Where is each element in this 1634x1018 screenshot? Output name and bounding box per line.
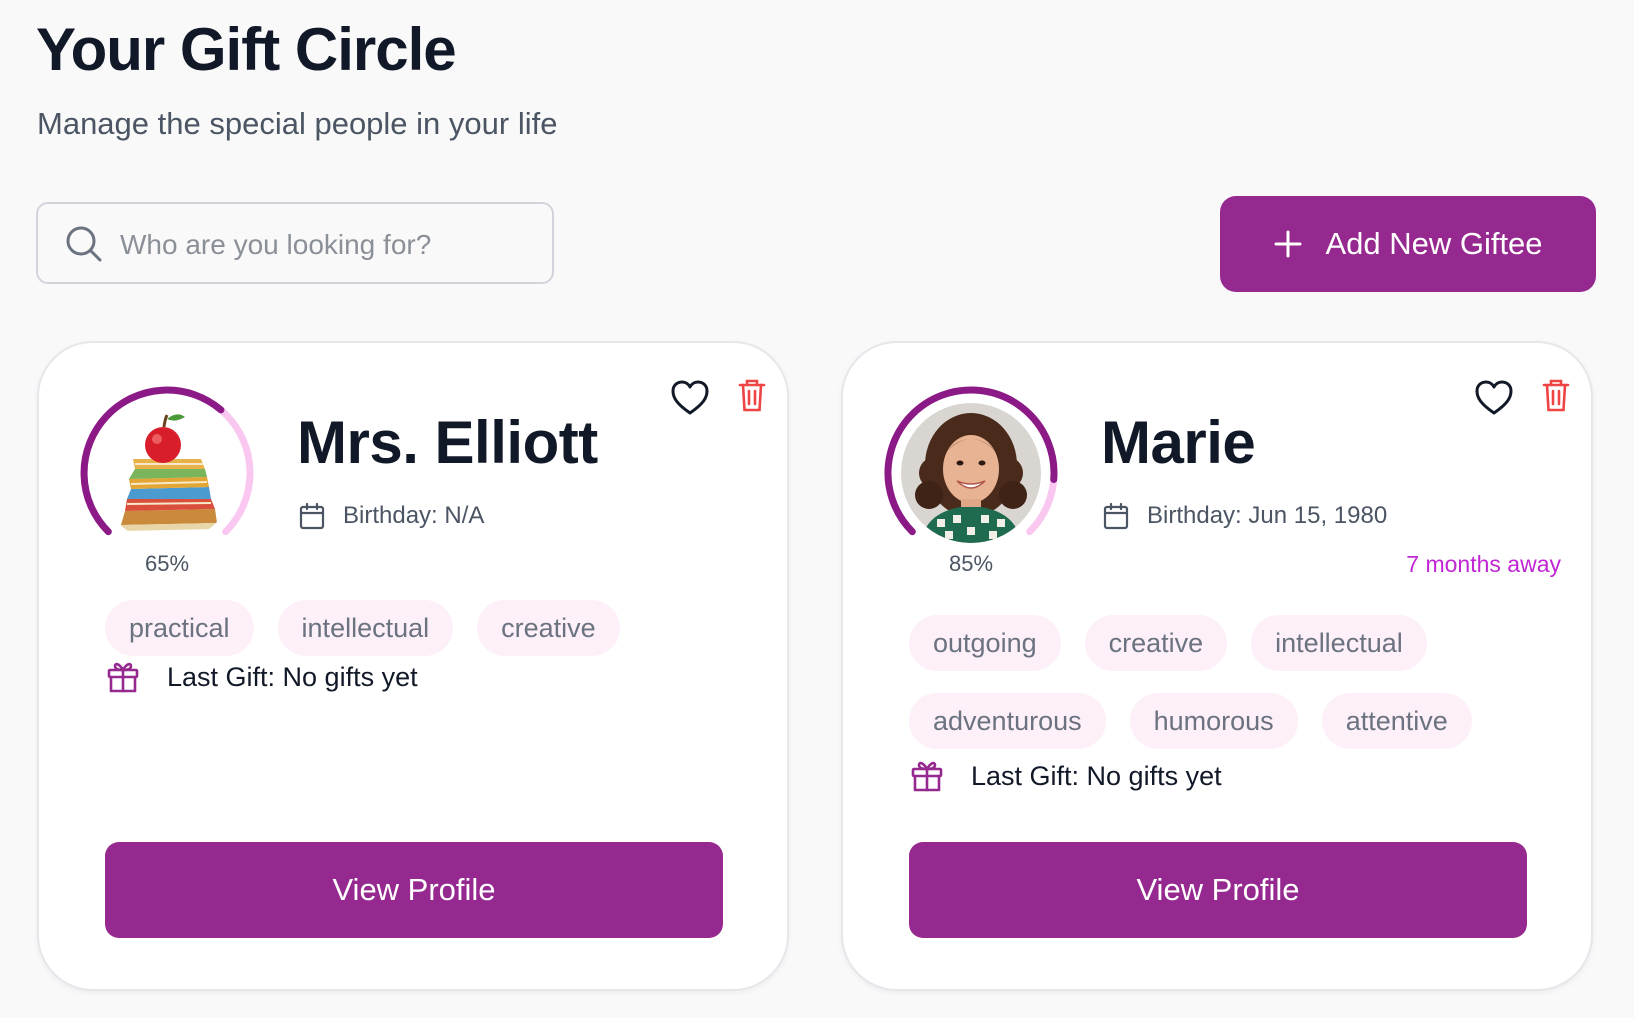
heart-icon[interactable] xyxy=(669,377,711,419)
completion-percent: 85% xyxy=(948,551,994,576)
birthday-text: Birthday: Jun 15, 1980 xyxy=(1147,502,1388,529)
trait-tag: creative xyxy=(1084,615,1228,671)
calendar-icon xyxy=(1103,502,1129,530)
trait-tag: practical xyxy=(105,600,254,656)
trait-tag: outgoing xyxy=(909,615,1061,671)
avatar[interactable] xyxy=(901,403,1041,543)
last-gift-row: Last Gift: No gifts yet xyxy=(105,659,418,695)
giftee-card: 85% Marie Birthday: Jun 15, 1980 7 month… xyxy=(841,341,1593,991)
last-gift-text: Last Gift: No gifts yet xyxy=(167,661,418,692)
trait-tags: practical intellectual creative xyxy=(105,600,745,656)
plus-icon xyxy=(1274,230,1302,258)
apple-books-illustration xyxy=(97,403,237,543)
search-icon xyxy=(66,226,102,262)
profile-completion-ring xyxy=(879,381,1063,565)
last-gift-text: Last Gift: No gifts yet xyxy=(971,760,1222,791)
trait-tags: outgoing creative intellectual adventuro… xyxy=(909,615,1549,749)
trait-tag: creative xyxy=(477,600,620,656)
search-box[interactable] xyxy=(36,202,554,284)
gift-icon xyxy=(107,662,139,693)
calendar-icon xyxy=(299,502,325,530)
trait-tag: intellectual xyxy=(1251,615,1427,671)
giftee-card: 65% Mrs. Elliott Birthday: N/A practical… xyxy=(37,341,789,991)
add-new-giftee-label: Add New Giftee xyxy=(1325,226,1543,261)
last-gift-row: Last Gift: No gifts yet xyxy=(909,758,1222,794)
giftee-name: Mrs. Elliott xyxy=(297,409,598,476)
birthday-countdown: 7 months away xyxy=(1406,551,1561,577)
trait-tag: intellectual xyxy=(277,600,454,656)
avatar[interactable] xyxy=(97,403,237,543)
birthday-text: Birthday: N/A xyxy=(343,502,485,529)
view-profile-button[interactable]: View Profile xyxy=(909,842,1527,938)
birthday-row: Birthday: N/A xyxy=(297,501,484,531)
trash-icon[interactable] xyxy=(1541,377,1571,413)
gift-icon xyxy=(911,761,943,792)
woman-portrait-photo xyxy=(901,403,1041,543)
search-input[interactable] xyxy=(118,222,542,268)
trait-tag: humorous xyxy=(1129,693,1298,749)
birthday-row: Birthday: Jun 15, 1980 xyxy=(1101,501,1387,531)
add-new-giftee-button[interactable]: Add New Giftee xyxy=(1220,196,1596,292)
page-subtitle: Manage the special people in your life xyxy=(37,106,558,141)
profile-completion-ring xyxy=(75,381,259,565)
heart-icon[interactable] xyxy=(1473,377,1515,419)
completion-percent: 65% xyxy=(144,551,190,576)
trait-tag: adventurous xyxy=(909,693,1106,749)
view-profile-button[interactable]: View Profile xyxy=(105,842,723,938)
page-title: Your Gift Circle xyxy=(36,16,457,83)
trait-tag: attentive xyxy=(1321,693,1472,749)
trash-icon[interactable] xyxy=(737,377,767,413)
giftee-name: Marie xyxy=(1101,409,1256,476)
